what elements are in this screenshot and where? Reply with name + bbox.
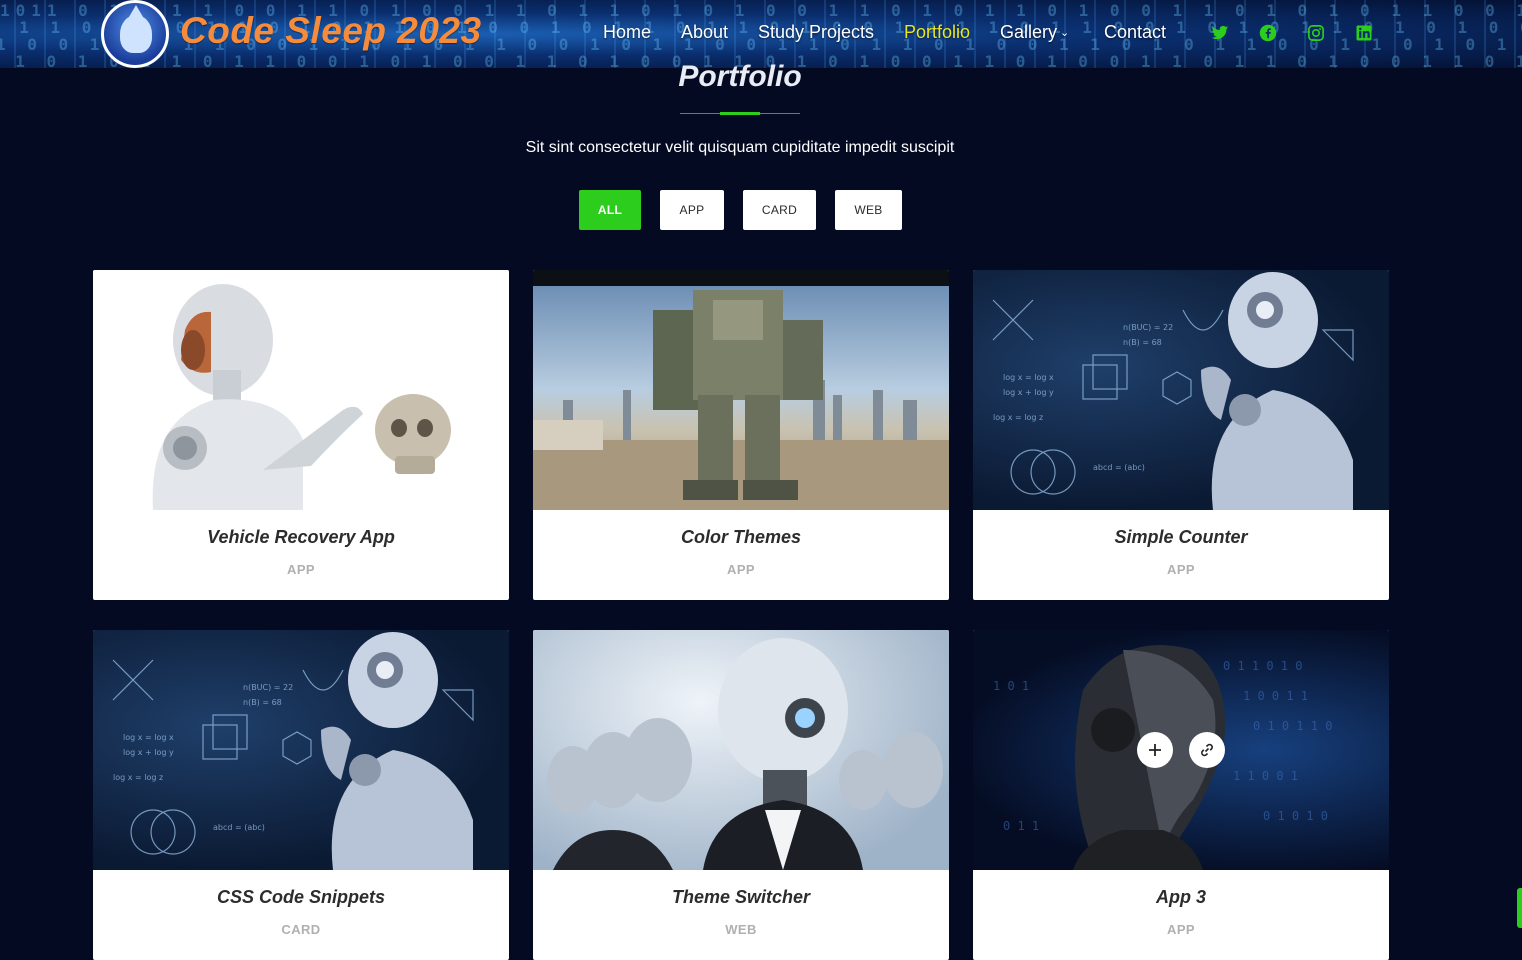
nav-gallery-label: Gallery	[1000, 22, 1058, 42]
svg-text:0 1 1 0 1 0: 0 1 1 0 1 0	[1223, 659, 1302, 673]
section-subtitle: Sit sint consectetur velit quisquam cupi…	[525, 139, 955, 156]
svg-text:0 1 0 1 0: 0 1 0 1 0	[1263, 809, 1328, 823]
svg-text:n(B) = 68: n(B) = 68	[243, 698, 282, 707]
portfolio-card[interactable]: Color Themes APP	[533, 270, 949, 600]
svg-text:log x = log z: log x = log z	[993, 413, 1043, 422]
logo[interactable]	[101, 0, 169, 68]
svg-text:0 1 1: 0 1 1	[1003, 819, 1039, 833]
card-category: WEB	[725, 922, 757, 937]
twitter-icon[interactable]	[1211, 24, 1229, 42]
card-title[interactable]: Color Themes	[533, 527, 949, 548]
portfolio-card[interactable]: log x = log x log x + log y n(BUC) = 22 n(…	[973, 270, 1389, 600]
filter-card[interactable]: CARD	[743, 190, 816, 230]
card-category: APP	[287, 562, 315, 577]
chevron-down-icon: ⌄	[1060, 27, 1070, 39]
svg-text:log x = log x: log x = log x	[123, 733, 174, 742]
link-icon[interactable]	[1189, 732, 1225, 768]
svg-text:n(B) = 68: n(B) = 68	[1123, 338, 1162, 347]
svg-text:log x + log y: log x + log y	[123, 748, 174, 757]
site-header: 1011 0 1 0 1 1 0 0 1 1 0 1 0 0 1 1 0 1 1…	[0, 0, 1522, 68]
mech-robot-city-image[interactable]	[533, 270, 949, 510]
thinking-robot-math-image[interactable]: log x = log x log x + log y n(BUC) = 22 n(…	[93, 630, 509, 870]
svg-text:log x = log x: log x = log x	[1003, 373, 1054, 382]
nav-gallery[interactable]: Gallery ⌄	[1000, 22, 1069, 43]
filter-app[interactable]: APP	[660, 190, 724, 230]
thinking-robot-math-image[interactable]: log x = log x log x + log y n(BUC) = 22 n(…	[973, 270, 1389, 510]
card-title[interactable]: Theme Switcher	[533, 887, 949, 908]
facebook-icon[interactable]	[1259, 24, 1277, 42]
robot-holding-skull-image[interactable]	[93, 270, 509, 510]
dark-robot-binary-image[interactable]: 0 1 1 0 1 0 1 0 0 1 1 0 1 0 1 1 0 1 1 0 0 …	[973, 630, 1389, 870]
svg-text:n(BUC) = 22: n(BUC) = 22	[243, 683, 293, 692]
card-title[interactable]: App 3	[973, 887, 1389, 908]
svg-text:0 1 0 1 1 0: 0 1 0 1 1 0	[1253, 719, 1332, 733]
card-category: APP	[727, 562, 755, 577]
filter-all[interactable]: ALL	[579, 190, 641, 230]
svg-text:log x = log z: log x = log z	[113, 773, 163, 782]
card-title[interactable]: Simple Counter	[973, 527, 1389, 548]
card-title[interactable]: Vehicle Recovery App	[93, 527, 509, 548]
instagram-icon[interactable]	[1307, 24, 1325, 42]
brand-name[interactable]: Code Sleep 2023	[180, 10, 482, 52]
portfolio-card[interactable]: Vehicle Recovery App APP	[93, 270, 509, 600]
nav-contact[interactable]: Contact	[1104, 22, 1166, 43]
section-divider-accent	[720, 112, 760, 115]
portfolio-card[interactable]: Theme Switcher WEB	[533, 630, 949, 960]
svg-text:log x + log y: log x + log y	[1003, 388, 1054, 397]
svg-text:1 1 0 0 1: 1 1 0 0 1	[1233, 769, 1298, 783]
nav-study-projects[interactable]: Study Projects	[758, 22, 874, 43]
nav-portfolio[interactable]: Portfolio	[904, 22, 970, 43]
svg-text:1 0 1: 1 0 1	[993, 679, 1029, 693]
filter-web[interactable]: WEB	[835, 190, 902, 230]
nav-about[interactable]: About	[681, 22, 728, 43]
linkedin-icon[interactable]	[1355, 24, 1373, 42]
nav-home[interactable]: Home	[603, 22, 651, 43]
portfolio-card[interactable]: log x = log x log x + log y n(BUC) = 22 n(…	[93, 630, 509, 960]
card-category: APP	[1167, 922, 1195, 937]
card-category: APP	[1167, 562, 1195, 577]
portfolio-card[interactable]: 0 1 1 0 1 0 1 0 0 1 1 0 1 0 1 1 0 1 1 0 0 …	[973, 630, 1389, 960]
card-category: CARD	[281, 922, 321, 937]
robot-crowd-image[interactable]	[533, 630, 949, 870]
plus-icon[interactable]	[1137, 732, 1173, 768]
svg-text:abcd = (abc): abcd = (abc)	[213, 823, 265, 832]
scroll-to-top-tab[interactable]	[1517, 888, 1522, 928]
svg-text:abcd = (abc): abcd = (abc)	[1093, 463, 1145, 472]
card-title[interactable]: CSS Code Snippets	[93, 887, 509, 908]
svg-text:1 0 0 1 1: 1 0 0 1 1	[1243, 689, 1308, 703]
svg-text:n(BUC) = 22: n(BUC) = 22	[1123, 323, 1173, 332]
shark-mascot-icon	[120, 5, 152, 53]
section-title: Portfolio	[678, 60, 802, 93]
